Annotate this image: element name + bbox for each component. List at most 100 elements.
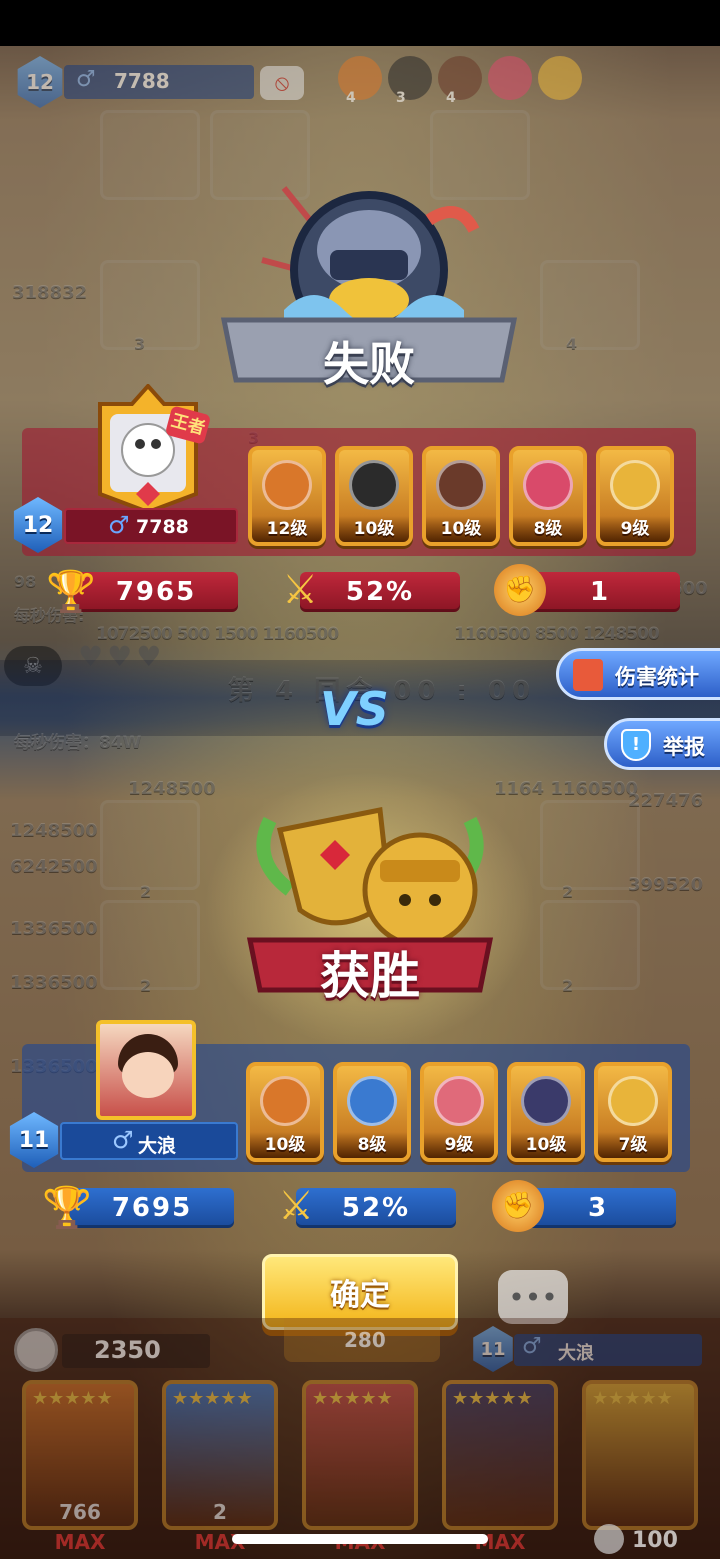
bottom-player-tag: 11 ♂ 大浪 <box>470 1326 702 1374</box>
report-button[interactable]: ! 举报 <box>604 718 720 770</box>
card-value: 766 <box>59 1500 101 1524</box>
bottom-level-badge: 11 <box>473 1326 513 1372</box>
hero-level-label: 10级 <box>511 1132 581 1158</box>
star-rating-icons: ★★★★★ <box>592 1388 673 1409</box>
hero-level-label: 10级 <box>339 516 409 542</box>
top-rating: 7788 <box>114 69 170 93</box>
damage-stats-button[interactable]: 伤害统计 <box>556 648 720 700</box>
center-counter: 280 <box>284 1318 440 1362</box>
damage-stats-label: 伤害统计 <box>615 665 699 689</box>
star-rating-icons: ★★★★★ <box>312 1388 393 1409</box>
star-rating-icons: ★★★★★ <box>32 1388 113 1409</box>
center-value: 280 <box>344 1328 386 1352</box>
defeat-emblem: 失败 <box>214 180 524 400</box>
hero-card-golden-chef: 7级 <box>594 1062 672 1162</box>
hero-card-dark-mage: 10级 <box>335 446 413 546</box>
hero-avatar <box>338 56 382 100</box>
coin-icon <box>14 1328 58 1372</box>
bottom-hero-card[interactable]: ★★★★★MAX <box>302 1380 418 1554</box>
maid-girl-portrait-icon <box>436 460 486 510</box>
hero-level-label: 8级 <box>513 516 583 542</box>
hero-level-label: 7级 <box>598 1132 668 1158</box>
block-icon[interactable]: ⦸ <box>260 66 304 100</box>
energy-counter: 100 <box>594 1524 704 1556</box>
level-badge: 12 <box>17 56 63 108</box>
hero-card-monkey-king: 12级 <box>248 446 326 546</box>
golden-chef-portrait-icon <box>610 460 660 510</box>
shield-alert-icon: ! <box>621 729 651 761</box>
opponent-avatar-frame: 王者 <box>86 382 212 515</box>
hero-avatar <box>488 56 532 100</box>
opponent-name: 7788 <box>136 516 189 538</box>
player-fist-count: 3 <box>587 1193 609 1223</box>
opponent-fist-count: 1 <box>589 577 611 607</box>
vs-label: VS <box>320 682 389 736</box>
player-hero-row: 10级 8级 9级 10级 7级 <box>246 1062 676 1166</box>
trophy-icon: 🏆 <box>46 568 96 615</box>
hero-level-label: 12级 <box>252 516 322 542</box>
player-avatar <box>96 1020 196 1120</box>
list-icon <box>573 659 603 691</box>
male-icon: ♂ <box>76 67 96 92</box>
bottom-hero-card[interactable]: ★★★★★ <box>582 1380 698 1530</box>
star-rating-icons: ★★★★★ <box>452 1388 533 1409</box>
pharaoh-portrait-icon <box>347 1076 397 1126</box>
hero-level-label: 8级 <box>337 1132 407 1158</box>
top-name-bar: ♂ 7788 <box>64 65 254 99</box>
top-hero-row: 4 3 4 <box>338 56 588 108</box>
player-winrate: 52% <box>341 1193 411 1223</box>
crossed-swords-icon: ⚔ <box>278 1183 314 1229</box>
hero-star-count: 4 <box>446 90 456 106</box>
masked-ninja-portrait-icon <box>521 1076 571 1126</box>
coin-counter: 2350 <box>14 1328 214 1372</box>
monkey-king-portrait-icon <box>260 1076 310 1126</box>
opponent-trophy-bar: 7965 <box>74 572 238 612</box>
dark-mage-portrait-icon <box>349 460 399 510</box>
bottom-hero-card[interactable]: ★★★★★ 766 MAX <box>22 1380 138 1554</box>
player-trophies: 7695 <box>111 1193 193 1223</box>
male-icon: ♂ <box>108 511 130 539</box>
hero-level-label: 9级 <box>600 516 670 542</box>
hero-card-monkey-king: 10级 <box>246 1062 324 1162</box>
hero-level-label: 10级 <box>250 1132 320 1158</box>
clown-portrait-icon <box>523 460 573 510</box>
victory-title: 获胜 <box>320 947 420 1005</box>
hero-star-count: 3 <box>396 90 406 106</box>
bottom-hero-card[interactable]: ★★★★★ 2 MAX <box>162 1380 278 1554</box>
hero-level-label: 10级 <box>426 516 496 542</box>
card-value: 2 <box>213 1500 227 1524</box>
player-trophy-bar: 7695 <box>70 1188 234 1228</box>
avatar-face <box>122 1052 174 1098</box>
hero-avatar <box>388 56 432 100</box>
home-indicator[interactable] <box>232 1534 488 1544</box>
confirm-label: 确定 <box>330 1278 390 1313</box>
hero-card-clown: 8级 <box>509 446 587 546</box>
coin-value: 2350 <box>94 1336 161 1364</box>
player-name: 大浪 <box>138 1135 177 1157</box>
golden-chef-portrait-icon <box>608 1076 658 1126</box>
male-icon: ♂ <box>522 1334 542 1359</box>
hero-card-maid-girl: 10级 <box>422 446 500 546</box>
player-name-bar: ♂ 大浪 <box>60 1122 238 1160</box>
fist-medal-icon: ✊ <box>492 1180 544 1232</box>
status-bar <box>0 0 720 46</box>
energy-icon <box>594 1524 624 1554</box>
opponent-trophies: 7965 <box>115 577 197 607</box>
max-label: MAX <box>54 1530 106 1554</box>
hero-card-pig-pirate: 9级 <box>420 1062 498 1162</box>
trophy-icon: 🏆 <box>42 1184 92 1231</box>
hero-avatar <box>538 56 582 100</box>
monkey-king-portrait-icon <box>262 460 312 510</box>
hero-card-golden-chef: 9级 <box>596 446 674 546</box>
crossed-swords-icon: ⚔ <box>282 567 318 613</box>
male-icon: ♂ <box>112 1126 134 1154</box>
chat-bubble-icon[interactable]: ••• <box>498 1270 568 1324</box>
hero-card-masked-ninja: 10级 <box>507 1062 585 1162</box>
hero-level-label: 9级 <box>424 1132 494 1158</box>
king-rank-frame-icon <box>98 382 198 515</box>
opponent-hero-row: 12级 10级 10级 8级 9级 <box>248 446 678 550</box>
top-hud: 12 ♂ 7788 ⦸ <box>14 56 314 108</box>
opponent-winrate: 52% <box>345 577 415 607</box>
bottom-hero-card[interactable]: ★★★★★MAX <box>442 1380 558 1554</box>
hero-card-pharaoh: 8级 <box>333 1062 411 1162</box>
